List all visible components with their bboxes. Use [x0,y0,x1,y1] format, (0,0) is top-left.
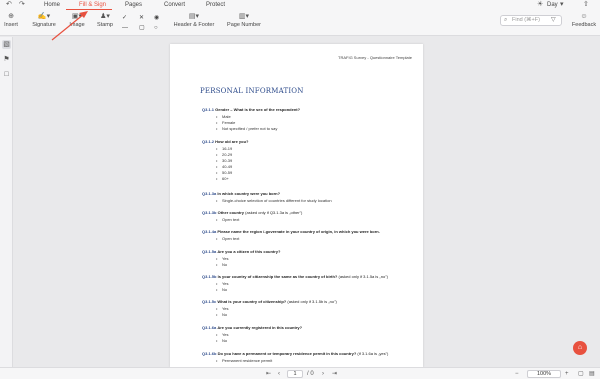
list-item: No [216,312,227,317]
bottom-status-bar: ⇤ ‹ 1 / 0 › ⇥ − 100% + ▢ ▤ [0,367,600,379]
line-tool-icon[interactable]: — [122,24,128,32]
list-item: 40-49 [216,164,232,169]
stamp-icon: ♟▾ [100,13,110,20]
redo-icon[interactable]: ↷ [19,1,25,9]
tab-convert[interactable]: Convert [164,1,185,9]
view-mode-icon[interactable]: ▤ [589,370,595,378]
question: Q3.1.5a Are you a citizen of this countr… [202,249,281,254]
document-page: TRAFIG Survey - Questionnaire Template P… [170,44,423,367]
question: Q3.1.2 How old are you? [202,139,249,144]
find-placeholder: Find (⌘+F) [512,17,540,23]
list-item: Open text [216,236,239,241]
zoom-level[interactable]: 100% [527,370,561,378]
top-tab-bar: ↶ ↷ Home Fill & Sign Pages Convert Prote… [0,0,600,10]
checkmark-tool-icon[interactable]: ✓ [122,14,127,22]
list-item: Yes [216,332,228,337]
list-item: Female [216,120,236,125]
left-sidebar-rail: ▧ ⚑ □ [0,37,13,367]
list-item: Open text [216,217,239,222]
zoom-in-icon[interactable]: + [565,370,569,378]
question: Q3.1.3a In which country were you born? [202,191,281,196]
list-item: 20-29 [216,152,232,157]
tab-fill-sign[interactable]: Fill & Sign [79,1,106,9]
zoom-out-icon[interactable]: − [515,370,519,378]
bookmark-icon[interactable]: ⚑ [2,55,11,64]
list-item: Not specified / prefer not to say [216,126,277,131]
question: Q3.1.5b Is your country of citizenship t… [202,274,388,279]
share-icon[interactable]: ⇧ [583,1,589,9]
fit-page-icon[interactable]: ▢ [578,370,584,378]
page-total: / 0 [307,371,314,377]
undo-icon[interactable]: ↶ [6,1,12,9]
image-icon: ▣▾ [71,13,83,20]
tab-home[interactable]: Home [44,1,60,9]
question: Q3.1.6b Do you have a permanent or tempo… [202,351,389,356]
page-number-button[interactable]: ▥▾ Page Number [226,12,262,29]
question: Q3.1.1 Gender – What is the sex of the r… [202,107,301,112]
list-item: Permanent residence permit [216,358,272,363]
list-item: Male [216,114,230,119]
list-item: Yes [216,281,228,286]
list-item: No [216,262,227,267]
next-page-icon[interactable]: › [322,370,324,378]
list-item: 60+ [216,176,229,181]
page-number-input[interactable]: 1 [287,370,303,378]
rectangle-tool-icon[interactable]: ▢ [139,24,145,32]
question: Q3.1.6a Are you currently registered in … [202,325,303,330]
circle-tool-icon[interactable]: ○ [154,24,158,32]
list-item: 16-19 [216,146,232,151]
thumbnails-icon[interactable]: ▧ [2,40,11,49]
feedback-button[interactable]: ☺ Feedback [570,12,598,29]
page-number-icon: ▥▾ [238,13,250,20]
chevron-down-icon: ▾ [560,1,564,8]
cross-tool-icon[interactable]: ✕ [139,14,144,22]
comments-icon[interactable]: □ [2,70,11,79]
stamp-button[interactable]: ♟▾ Stamp [94,12,116,29]
list-item: 30-39 [216,158,232,163]
assistant-badge-icon[interactable]: ⌂ [573,341,587,355]
insert-icon: ⊕ [8,13,14,20]
feedback-icon: ☺ [580,13,588,20]
image-button[interactable]: ▣▾ Image [66,12,88,29]
filter-icon[interactable]: ▽ [551,16,556,23]
header-footer-icon: ▤▾ [188,13,200,20]
list-item: Single-choice selection of countries dif… [216,198,332,203]
question: Q3.1.5c What is your country of citizens… [202,299,337,304]
previous-page-icon[interactable]: ‹ [278,370,280,378]
search-icon: ⌕ [504,17,508,23]
section-title: PERSONAL INFORMATION [200,87,304,95]
list-item: No [216,338,227,343]
question: Q3.1.4a Please name the region /-governa… [202,229,380,234]
list-item: 50-59 [216,170,232,175]
dot-tool-icon[interactable]: ◉ [154,14,159,22]
header-footer-button[interactable]: ▤▾ Header & Footer [172,12,216,29]
first-page-icon[interactable]: ⇤ [266,370,271,378]
signature-button[interactable]: ✍▾ Signature [30,12,58,29]
last-page-icon[interactable]: ⇥ [332,370,337,378]
list-item: Yes [216,256,228,261]
question: Q3.1.3b Other country (asked only if Q3.… [202,210,303,215]
signature-icon: ✍▾ [37,13,51,20]
fill-sign-toolbar: ⊕ Insert ✍▾ Signature ▣▾ Image ♟▾ Stamp … [0,10,600,36]
list-item: No [216,287,227,292]
theme-toggle[interactable]: Day [547,1,558,9]
insert-button[interactable]: ⊕ Insert [3,12,19,29]
tab-protect[interactable]: Protect [206,1,225,9]
tab-pages[interactable]: Pages [125,1,142,9]
list-item: Yes [216,306,228,311]
document-header: TRAFIG Survey - Questionnaire Template [338,55,412,60]
sun-icon: ☀ [537,1,544,8]
